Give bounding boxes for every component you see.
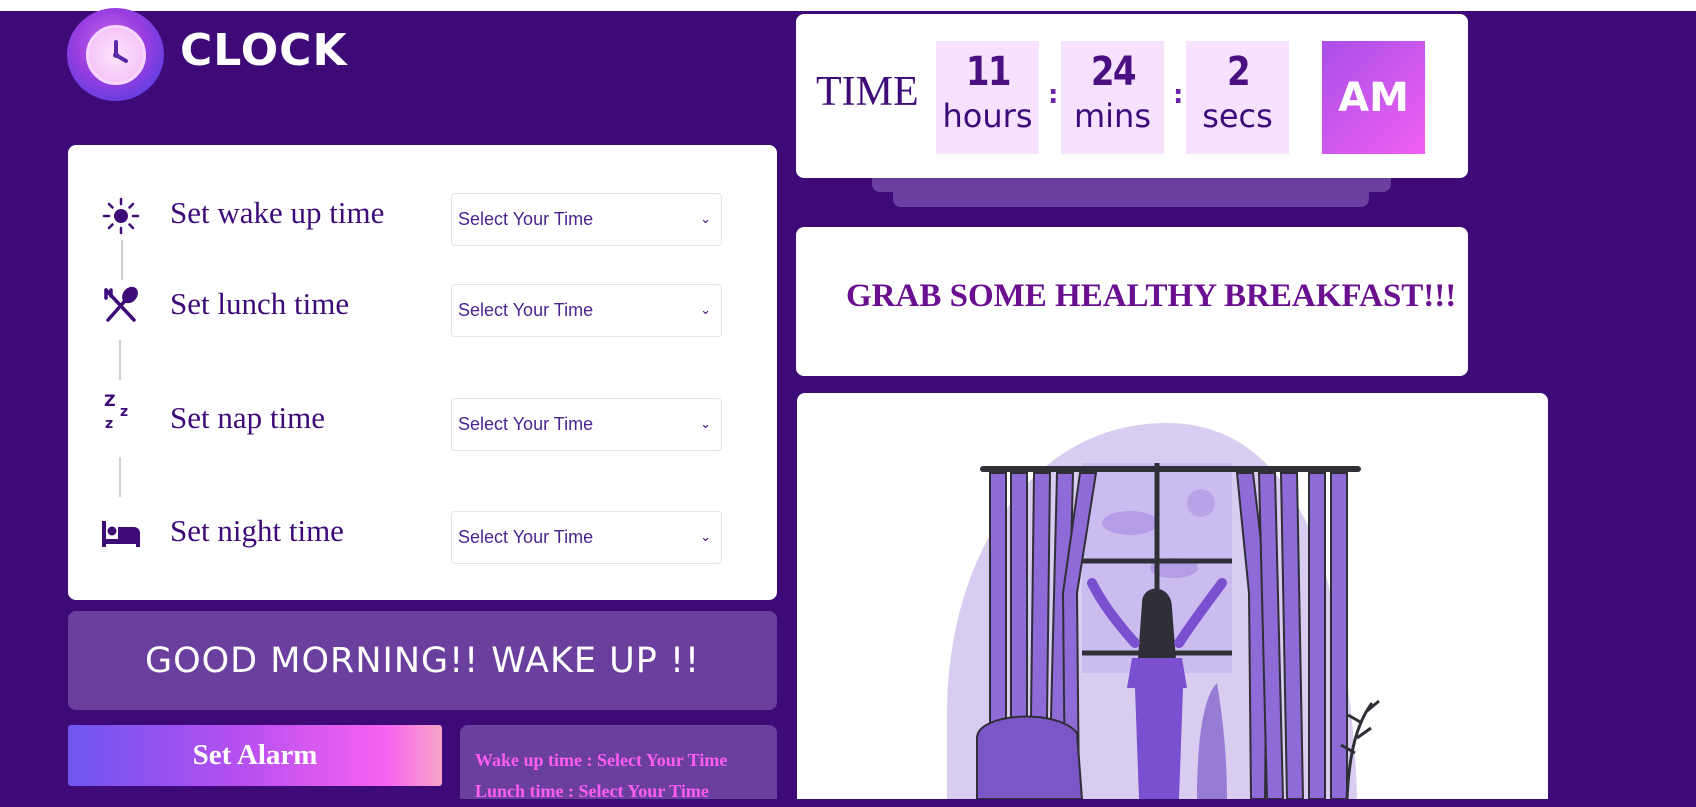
nap-time-select[interactable]: Select Your Time ⌄ xyxy=(451,398,722,451)
chevron-down-icon: ⌄ xyxy=(700,212,711,227)
meal-message: GRAB SOME HEALTHY BREAKFAST!!! xyxy=(846,278,1457,314)
mins-unit: mins xyxy=(1073,97,1151,135)
secs-box: 2 secs xyxy=(1186,41,1289,154)
secs-value: 2 xyxy=(1226,49,1251,95)
schedule-row-nap: Z z z Set nap time Select Your Time ⌄ xyxy=(68,391,777,452)
schedule-row-night: Set night time Select Your Time ⌄ xyxy=(68,509,777,565)
summary-wake: Wake up time : Select Your Time xyxy=(475,750,728,770)
ampm-indicator: AM xyxy=(1322,41,1425,154)
wake-time-value: Select Your Time xyxy=(458,209,594,229)
svg-text:z: z xyxy=(120,404,128,420)
greeting-banner: GOOD MORNING!! WAKE UP !! xyxy=(68,611,777,710)
message-card: GRAB SOME HEALTHY BREAKFAST!!! xyxy=(796,227,1468,376)
mins-box: 24 mins xyxy=(1061,41,1164,154)
svg-text:Z: Z xyxy=(104,391,116,410)
bed-icon xyxy=(102,521,140,547)
nap-label: Set nap time xyxy=(170,400,325,435)
hours-box: 11 hours xyxy=(936,41,1039,154)
illustration-card xyxy=(797,393,1548,799)
chevron-down-icon: ⌄ xyxy=(700,417,711,432)
timeline-connector xyxy=(119,340,121,380)
schedule-card: Set wake up time Select Your Time ⌄ Set … xyxy=(68,145,777,600)
schedule-row-lunch: Set lunch time Select Your Time ⌄ xyxy=(68,282,777,338)
schedule-row-wake: Set wake up time Select Your Time ⌄ xyxy=(68,191,777,247)
time-separator: : xyxy=(1173,80,1184,110)
hours-unit: hours xyxy=(942,97,1033,135)
night-time-value: Select Your Time xyxy=(458,527,594,547)
alarm-summary: Wake up time : Select Your Time Lunch ti… xyxy=(460,725,777,801)
chevron-down-icon: ⌄ xyxy=(700,303,711,318)
clock-icon xyxy=(67,8,164,101)
set-alarm-button[interactable]: Set Alarm xyxy=(68,725,442,786)
secs-unit: secs xyxy=(1202,97,1273,135)
time-separator: : xyxy=(1048,80,1059,110)
lunch-label: Set lunch time xyxy=(170,286,350,321)
wake-label: Set wake up time xyxy=(170,195,385,230)
nap-time-value: Select Your Time xyxy=(458,414,594,434)
hours-value: 11 xyxy=(965,49,1012,95)
sun-icon xyxy=(102,197,140,235)
timeline-connector xyxy=(119,457,121,497)
lunch-time-value: Select Your Time xyxy=(458,300,594,320)
night-label: Set night time xyxy=(170,513,344,548)
wake-time-select[interactable]: Select Your Time ⌄ xyxy=(451,193,722,246)
utensils-icon xyxy=(104,286,138,322)
lunch-time-select[interactable]: Select Your Time ⌄ xyxy=(451,284,722,337)
logo-text: CLOCK xyxy=(180,25,348,76)
svg-text:z: z xyxy=(105,416,113,432)
night-time-select[interactable]: Select Your Time ⌄ xyxy=(451,511,722,564)
sleep-zzz-icon: Z z z xyxy=(104,391,128,432)
woman-at-window-illustration xyxy=(947,423,1380,799)
time-display-card: TIME 11 hours : 24 mins : 2 secs AM xyxy=(796,14,1468,178)
chevron-down-icon: ⌄ xyxy=(700,530,711,545)
summary-lunch: Lunch time : Select Your Time xyxy=(475,781,709,801)
mins-value: 24 xyxy=(1090,49,1137,95)
logo: CLOCK xyxy=(67,8,348,101)
time-label: TIME xyxy=(816,69,919,115)
